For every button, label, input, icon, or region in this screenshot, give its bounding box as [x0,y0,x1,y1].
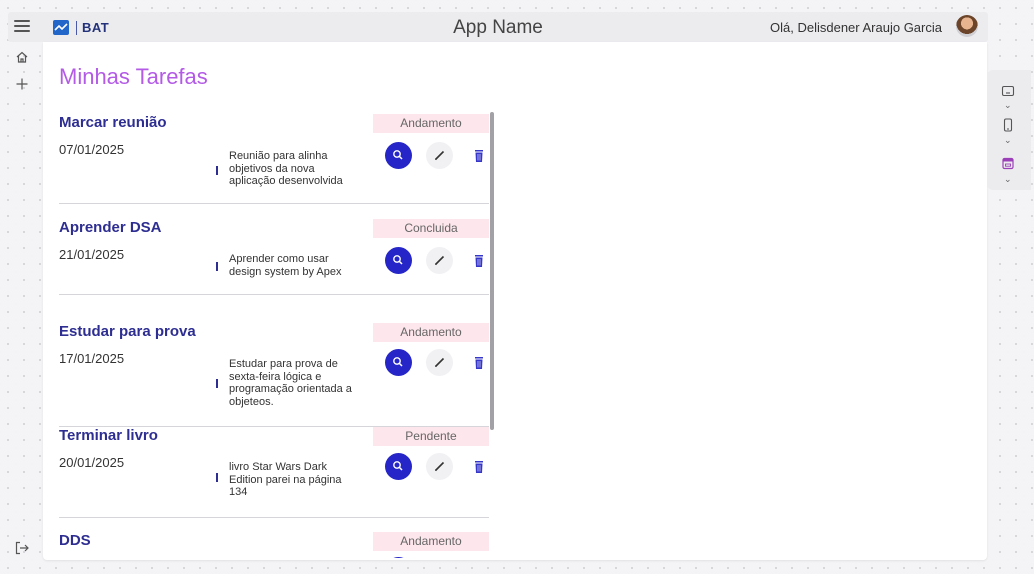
view-button[interactable] [385,142,412,169]
chevron-down-icon[interactable]: ⌄ [1004,101,1012,110]
trash-icon [475,461,483,473]
edit-button[interactable] [426,349,453,376]
task-description: Reunião para alinha objetivos da nova ap… [229,150,343,187]
edit-button[interactable] [426,453,453,480]
divider [59,517,489,518]
top-bar: BAT App Name Olá, Delisdener Araujo Garc… [8,12,988,42]
avatar[interactable] [956,15,978,37]
status-badge: Andamento [373,532,489,551]
mobile-icon[interactable] [1001,118,1015,132]
delete-button[interactable] [473,254,485,268]
pencil-icon [434,150,445,161]
logout-icon[interactable] [14,540,30,556]
pencil-icon [434,357,445,368]
plus-icon[interactable] [14,77,30,93]
trash-icon [475,357,483,369]
task-date: 20/01/2025 [59,455,125,470]
status-badge: Concluida [373,219,489,238]
calendar-icon[interactable] [1001,156,1015,170]
scrollbar-thumb[interactable] [490,112,494,430]
description-marker [216,379,218,388]
status-badge: Andamento [373,323,489,342]
task-description: livro Star Wars Dark Edition parei na pá… [229,461,342,498]
chevron-down-icon[interactable]: ⌄ [1004,175,1012,184]
delete-button[interactable] [473,356,485,370]
search-icon [393,255,403,265]
view-button[interactable] [385,453,412,480]
pencil-icon [434,461,445,472]
task-description: Aprender como usar design system by Apex [229,253,342,278]
status-badge: Pendente [373,427,489,446]
chevron-down-icon[interactable]: ⌄ [1004,136,1012,145]
view-button[interactable] [385,557,412,558]
search-icon [393,150,403,160]
trash-icon [475,150,483,162]
home-icon[interactable] [14,50,30,66]
task-date: 17/01/2025 [59,351,125,366]
task-date: 21/01/2025 [59,247,125,262]
task-date: 07/01/2025 [59,142,125,157]
device-preview-dock: ⌄ ⌄ ⌄ [987,70,1031,190]
task-description: Estudar para prova de sexta-feira lógica… [229,358,352,408]
description-marker [216,473,218,482]
main-panel: Minhas Tarefas Marcar reunião 07/01/2025… [43,42,987,560]
edit-button[interactable] [426,142,453,169]
page-title: Minhas Tarefas [59,64,208,89]
task-title: Estudar para prova [59,323,196,340]
task-title: DDS [59,532,91,549]
trash-icon [475,255,483,267]
task-title: Marcar reunião [59,114,167,131]
task-title: Terminar livro [59,427,158,444]
description-marker [216,262,218,271]
task-list[interactable]: Marcar reunião 07/01/2025 Reunião para a… [59,112,497,558]
view-button[interactable] [385,247,412,274]
description-marker [216,166,218,175]
edit-button[interactable] [426,247,453,274]
desktop-icon[interactable] [1001,84,1015,98]
search-icon [393,357,403,367]
task-title: Aprender DSA [59,219,162,236]
divider [59,203,489,204]
search-icon [393,461,403,471]
view-button[interactable] [385,349,412,376]
user-greeting: Olá, Delisdener Araujo Garcia [770,20,942,35]
delete-button[interactable] [473,460,485,474]
status-badge: Andamento [373,114,489,133]
delete-button[interactable] [473,149,485,163]
divider [59,294,489,295]
pencil-icon [434,255,445,266]
